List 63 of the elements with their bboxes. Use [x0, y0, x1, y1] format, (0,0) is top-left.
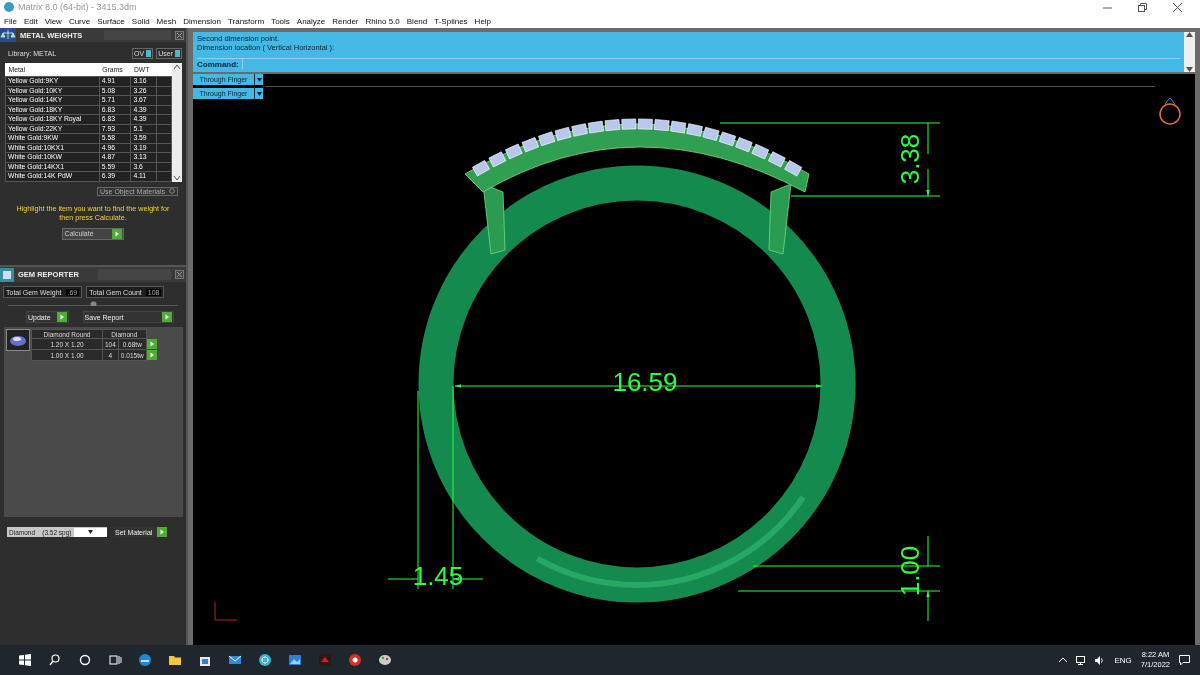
- mail-icon[interactable]: [228, 653, 242, 667]
- search-icon[interactable]: [48, 653, 62, 667]
- scroll-down-icon[interactable]: [173, 173, 182, 182]
- axis-icon: [214, 601, 238, 621]
- menu-item[interactable]: Mesh: [156, 16, 177, 26]
- scale-icon: [0, 28, 16, 42]
- scroll-up-icon[interactable]: [173, 63, 182, 71]
- language-indicator[interactable]: ENG: [1114, 655, 1132, 665]
- close-icon[interactable]: [175, 270, 184, 279]
- scroll-up-icon[interactable]: [1186, 32, 1193, 37]
- palette-icon[interactable]: [378, 653, 392, 667]
- close-icon[interactable]: [1173, 2, 1182, 12]
- dimension-label: 1.45: [412, 561, 464, 591]
- play-icon: [161, 312, 172, 322]
- app-logo-icon: [4, 2, 14, 12]
- browser-icon[interactable]: [138, 653, 152, 667]
- dimension-label: 1.00: [895, 545, 925, 597]
- collapse-icon[interactable]: [89, 300, 97, 306]
- menu-item[interactable]: Tools: [271, 16, 290, 26]
- restore-icon[interactable]: [1138, 2, 1147, 12]
- menu-item[interactable]: Blend: [406, 16, 428, 26]
- menu-item[interactable]: Curve: [68, 16, 91, 26]
- menu-item[interactable]: File: [4, 16, 17, 26]
- gear-icon: [169, 188, 175, 194]
- notification-icon[interactable]: [1179, 654, 1190, 666]
- caret-icon: [256, 77, 262, 82]
- menu-item[interactable]: View: [44, 16, 62, 26]
- caret-icon: [256, 91, 262, 96]
- play-icon: [146, 338, 157, 349]
- globe-icon[interactable]: [258, 653, 272, 667]
- menu-item[interactable]: Analyze: [296, 16, 326, 26]
- menu-item[interactable]: Edit: [23, 16, 38, 26]
- windows-start-icon[interactable]: [18, 653, 32, 667]
- menu-item[interactable]: Surface: [97, 16, 125, 26]
- menu-item[interactable]: Render: [332, 16, 359, 26]
- menu-item[interactable]: Transform: [227, 16, 265, 26]
- chrome-icon[interactable]: [348, 653, 362, 667]
- photos-icon[interactable]: [288, 653, 302, 667]
- app-icon[interactable]: [318, 653, 332, 667]
- ring-icon: [1159, 97, 1181, 125]
- play-icon: [56, 312, 67, 322]
- scroll-down-icon[interactable]: [1186, 67, 1193, 72]
- dimension-label: 16.59: [612, 367, 678, 397]
- gem-report-icon: [0, 267, 14, 282]
- dimension-label: 3.38: [895, 133, 925, 185]
- menu-item[interactable]: Rhino 5.0: [365, 16, 400, 26]
- folder-icon[interactable]: [168, 653, 182, 667]
- command-label: Command:: [197, 59, 239, 69]
- menu-item[interactable]: Help: [474, 16, 492, 26]
- menu-item[interactable]: Solid: [131, 16, 150, 26]
- menu-item[interactable]: T-Splines: [434, 16, 468, 26]
- caret-icon[interactable]: [1059, 657, 1068, 663]
- caret-icon: [87, 530, 93, 534]
- volume-icon[interactable]: [1095, 655, 1106, 665]
- circle-icon[interactable]: [78, 653, 92, 667]
- network-icon[interactable]: [1076, 655, 1087, 665]
- close-icon[interactable]: [175, 30, 184, 40]
- play-icon: [157, 527, 168, 537]
- play-icon: [146, 349, 157, 360]
- window-title: Matrix 8.0 (64-bit) - 3415.3dm: [18, 2, 137, 12]
- play-icon: [111, 228, 122, 239]
- task-view-icon[interactable]: [108, 653, 122, 667]
- menu-item[interactable]: Dimension: [183, 16, 221, 26]
